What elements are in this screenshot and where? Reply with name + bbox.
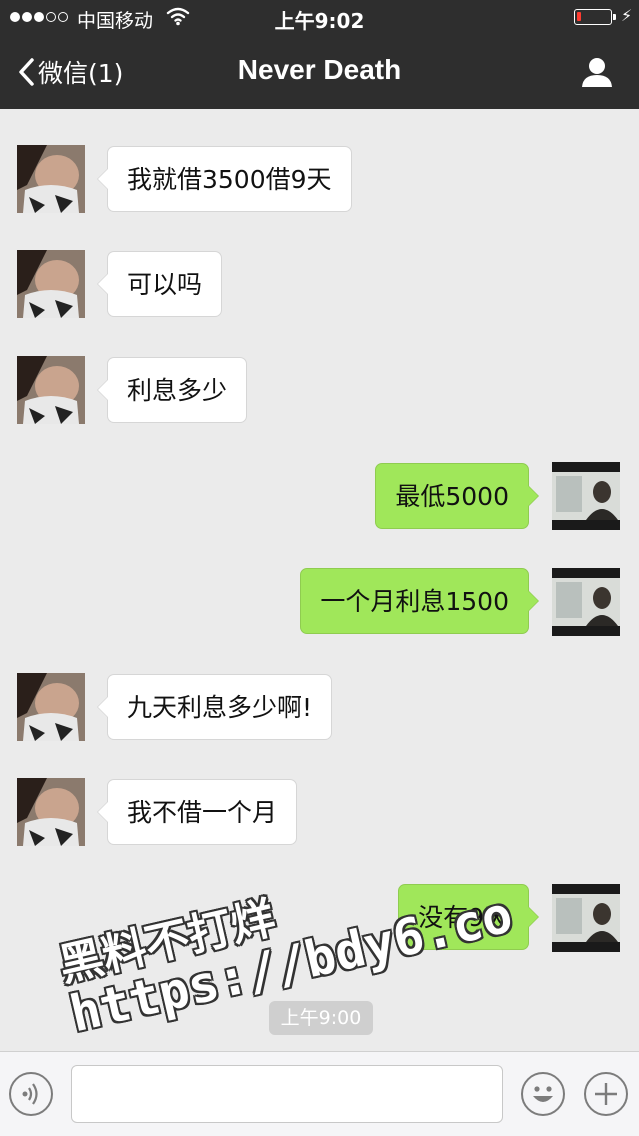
nav-bar: 微信(1) Never Death [0,36,639,109]
message-bubble[interactable]: 一个月利息1500 [300,568,539,634]
avatar[interactable] [17,356,85,424]
message-bubble[interactable]: 九天利息多少啊! [96,674,333,740]
status-bar: 中国移动 上午9:02 ⚡ [0,0,639,36]
voice-icon [11,1083,51,1118]
person-icon[interactable] [580,56,614,92]
message-bubble[interactable]: 利息多少 [96,357,248,423]
input-bar [0,1051,639,1136]
timestamp-chip: 上午9:00 [269,1001,373,1035]
avatar[interactable] [17,145,85,213]
message-text: 我就借3500借9天 [127,165,332,194]
message-text: 九天利息多少啊! [127,693,313,722]
my-avatar[interactable] [552,884,620,952]
message-text: 利息多少 [127,376,228,405]
emoji-button[interactable] [521,1072,565,1116]
emoji-icon [523,1086,563,1118]
avatar[interactable] [17,673,85,741]
avatar[interactable] [17,778,85,846]
chat-title: Never Death [237,54,402,85]
plus-button[interactable] [584,1072,628,1116]
message-bubble[interactable]: 我不借一个月 [96,779,298,845]
plus-icon [586,1083,626,1118]
avatar[interactable] [17,250,85,318]
battery-level [577,12,581,21]
my-avatar[interactable] [552,568,620,636]
message-input[interactable] [71,1065,503,1123]
message-text: 可以吗 [127,270,203,299]
message-bubble[interactable]: 最低5000 [375,463,539,529]
battery-icon [574,9,612,25]
battery-cap [613,14,616,20]
status-time: 上午9:02 [274,9,365,33]
message-text: 最低5000 [395,482,509,511]
top-bar: 中国移动 上午9:02 ⚡ 微信(1) Never Death [0,0,639,109]
message-bubble[interactable]: 我就借3500借9天 [97,146,352,212]
message-text: 一个月利息1500 [320,587,509,616]
bolt-icon: ⚡ [621,6,633,25]
message-bubble[interactable]: 可以吗 [96,251,223,317]
message-text: 我不借一个月 [127,798,278,827]
my-avatar[interactable] [552,462,620,530]
voice-button[interactable] [9,1072,53,1116]
